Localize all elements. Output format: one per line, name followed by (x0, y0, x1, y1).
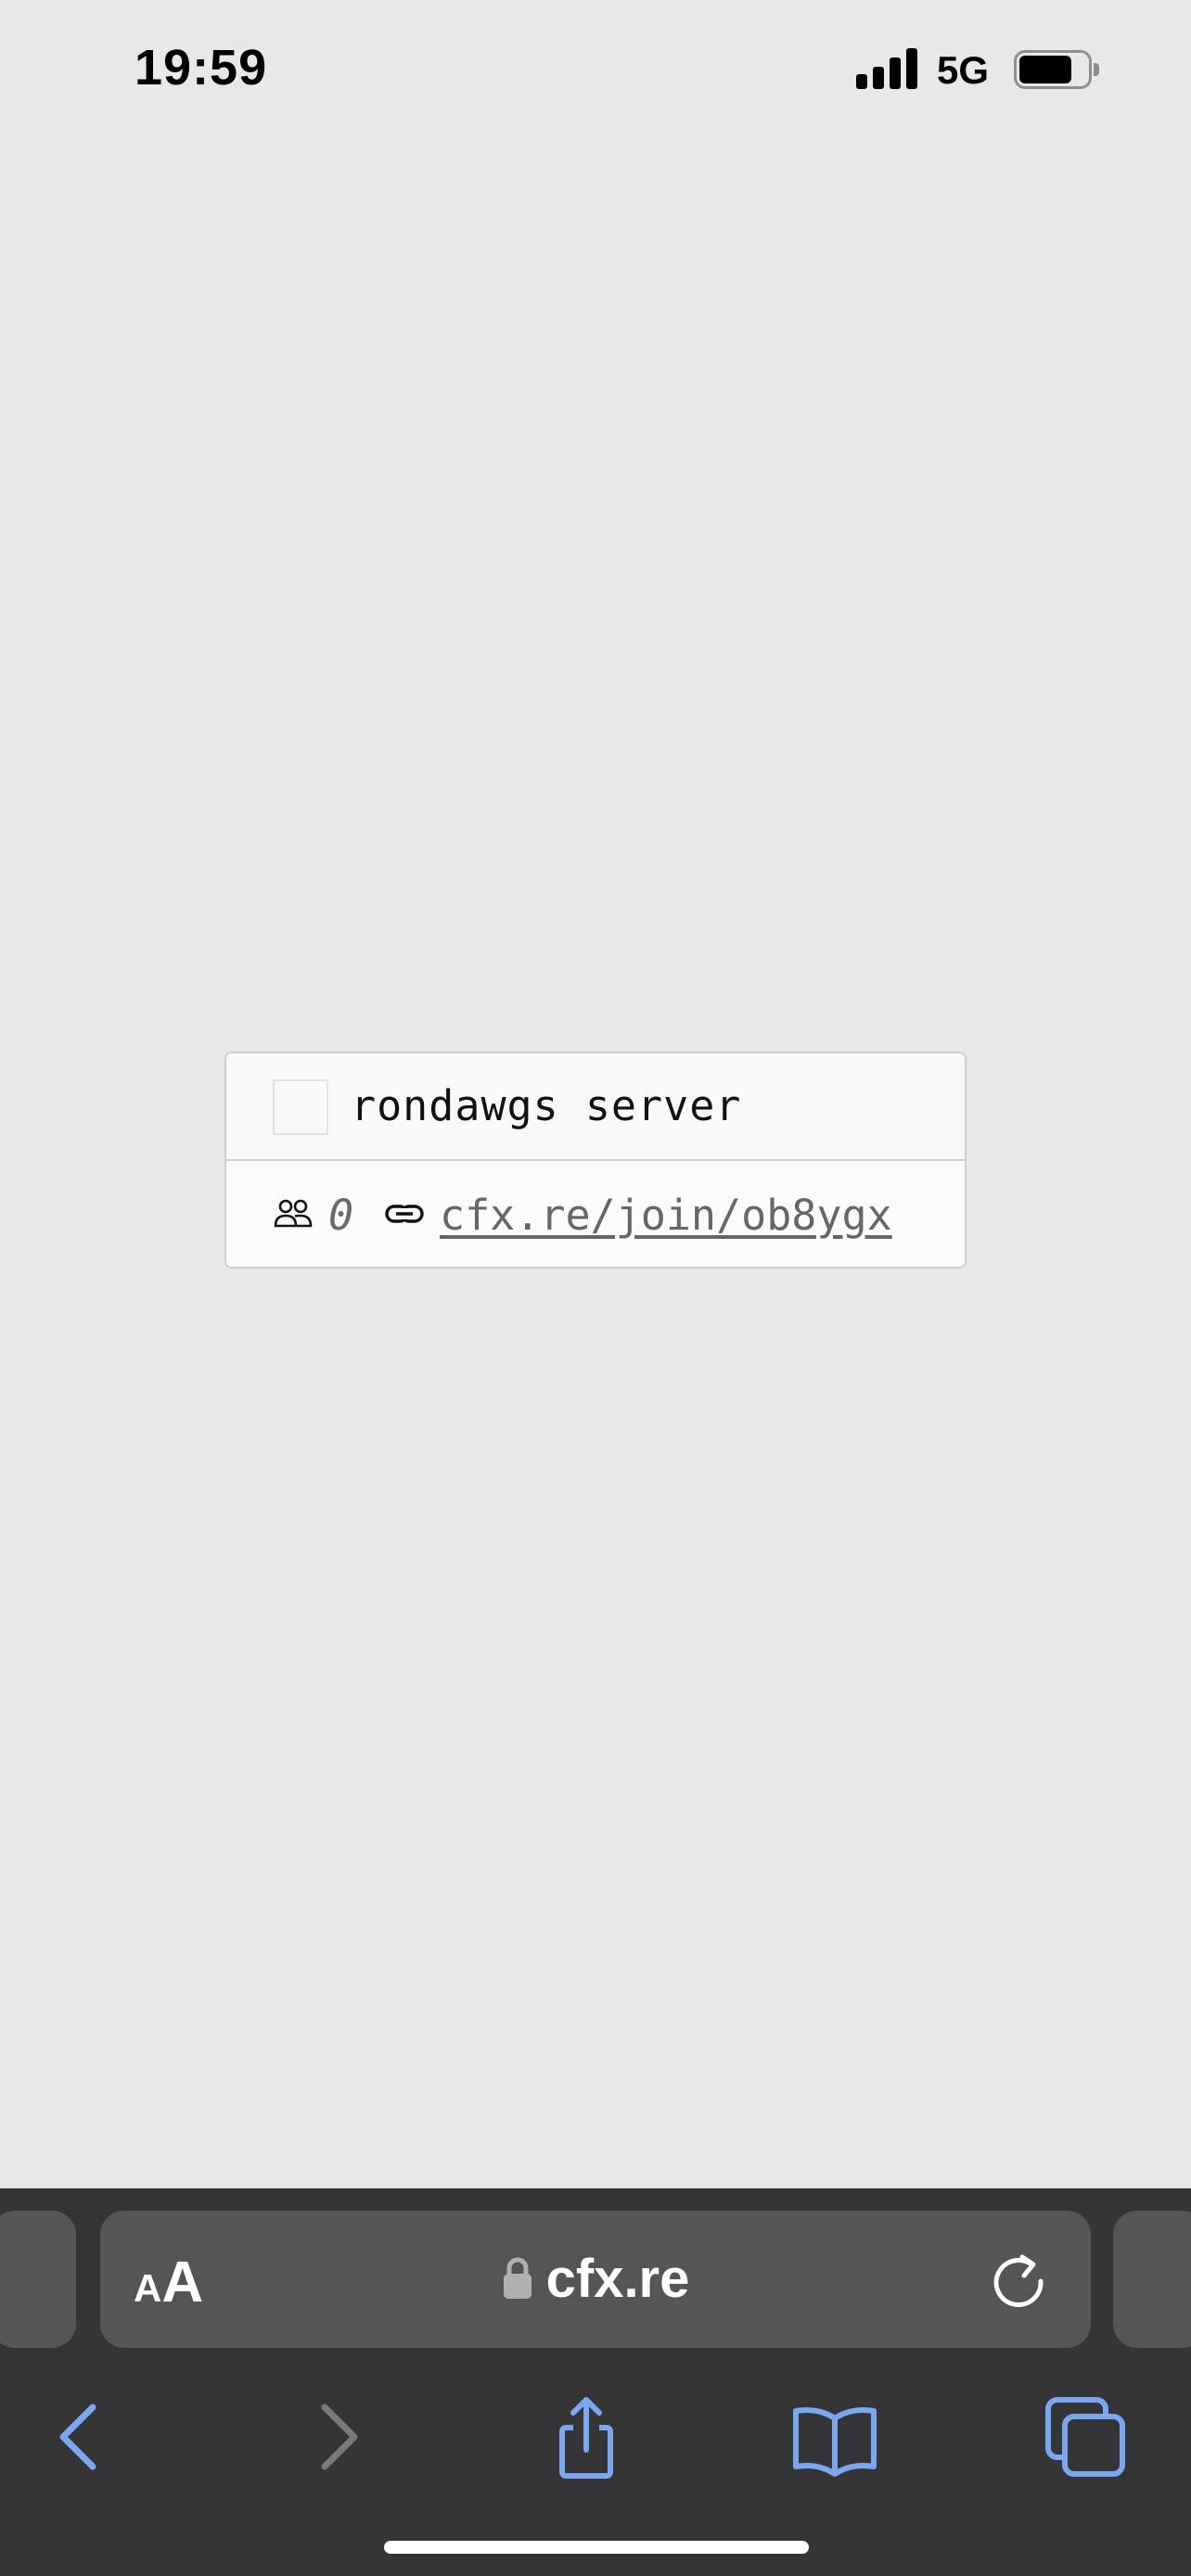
server-card-footer: 0 cfx.re/join/ob8ygx (226, 1163, 965, 1267)
back-icon[interactable] (35, 2392, 124, 2481)
players-icon (274, 1199, 313, 1228)
join-link[interactable]: cfx.re/join/ob8ygx (440, 1191, 892, 1240)
forward-icon[interactable] (293, 2392, 382, 2481)
lock-icon (503, 2257, 531, 2299)
link-icon (385, 1205, 424, 1223)
server-name: rondawgs server (351, 1081, 742, 1130)
safari-toolbar (0, 2370, 1191, 2491)
tabs-icon[interactable] (1041, 2392, 1130, 2481)
address-bar[interactable]: AA cfx.re (100, 2211, 1091, 2348)
status-time: 19:59 (134, 40, 268, 96)
server-card-header: rondawgs server (226, 1053, 965, 1161)
home-indicator[interactable] (384, 2541, 809, 2554)
reload-icon[interactable] (989, 2251, 1048, 2311)
safari-bottom-bar: AA cfx.re (0, 2188, 1191, 2576)
url-display[interactable]: cfx.re (100, 2248, 1091, 2310)
cellular-signal-icon (856, 48, 919, 89)
bookmarks-icon[interactable] (790, 2392, 879, 2481)
player-count: 0 (328, 1191, 354, 1240)
network-type: 5G (937, 48, 990, 92)
server-card: rondawgs server 0 cfx.re/join/ob8ygx (224, 1052, 967, 1269)
battery-icon (1014, 50, 1099, 89)
status-bar: 19:59 5G (0, 0, 1191, 139)
next-tab-preview[interactable] (1113, 2211, 1191, 2348)
server-icon (273, 1079, 328, 1135)
url-text: cfx.re (545, 2249, 690, 2309)
previous-tab-preview[interactable] (0, 2211, 76, 2348)
share-icon[interactable] (542, 2392, 631, 2481)
